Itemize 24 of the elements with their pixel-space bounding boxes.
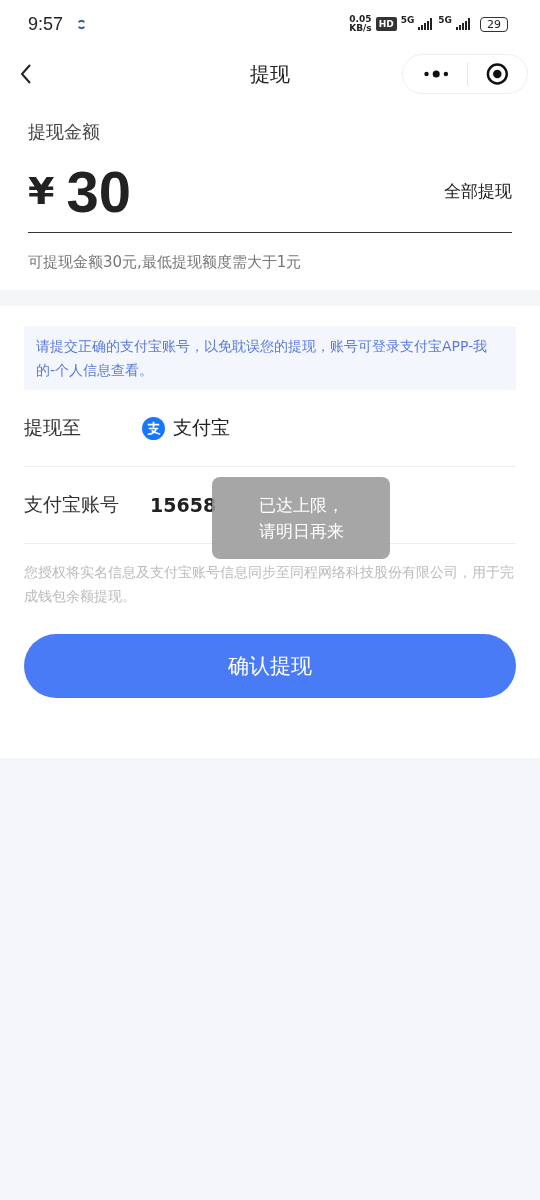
amount-label: 提现金额 (28, 120, 101, 144)
network-label: 5G (400, 15, 415, 25)
battery-level: 29 (480, 16, 508, 32)
confirm-button[interactable]: 确认提现 (24, 634, 516, 698)
network-speed: 0.05 KB/s (349, 15, 372, 33)
page-title: 提现 (249, 60, 291, 88)
more-icon[interactable] (423, 69, 450, 79)
hd-badge: HD (375, 17, 397, 31)
amount-input[interactable]: 30 (66, 157, 131, 225)
signal-icon (456, 18, 472, 30)
notice-banner: 请提交正确的支付宝账号，以免耽误您的提现，账号可登录支付宝APP-我的-个人信息查看。 (24, 326, 516, 390)
currency-symbol: ¥ (28, 169, 55, 213)
signal-icon (418, 18, 435, 30)
status-time: 9:57 (28, 13, 64, 35)
network-label: 5G (438, 15, 452, 25)
back-icon[interactable] (20, 64, 32, 84)
consent-text: 您授权将实名信息及支付宝账号信息同步至同程网络科技股份有限公司，用于完成钱包余额提现。 (24, 563, 515, 606)
payment-method: 支付宝 (173, 415, 230, 440)
field-label: 支付宝账号 (24, 492, 120, 517)
withdraw-all-link[interactable]: 全部提现 (444, 179, 512, 203)
payment-logo-icon (142, 416, 165, 440)
field-label: 提现至 (24, 415, 82, 440)
amount-hint: 可提现金额30元,最低提现额度需大于1元 (28, 253, 303, 272)
toast-message: 已达上限， 请明日再来 (212, 477, 390, 559)
